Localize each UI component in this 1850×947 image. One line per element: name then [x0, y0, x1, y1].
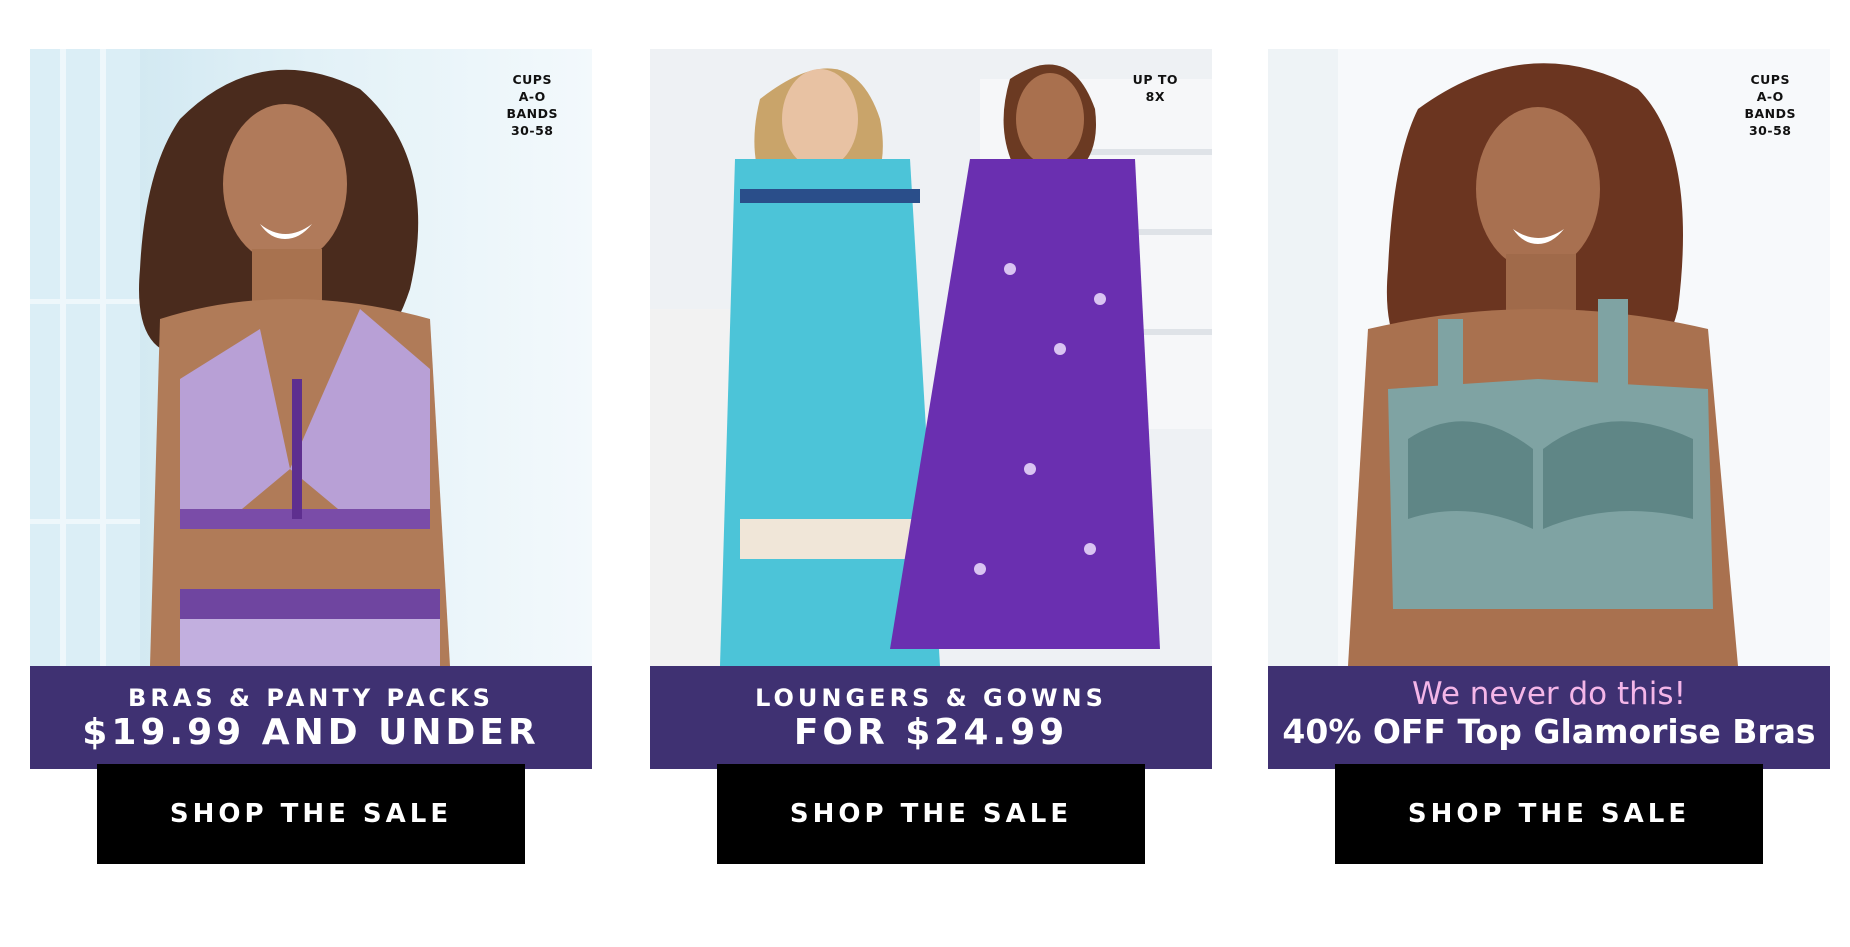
- promo-banner[interactable]: BRAS & PANTY PACKS $19.99 AND UNDER: [30, 666, 592, 769]
- badge-line: CUPS: [1750, 72, 1790, 87]
- product-photo-bras-panty[interactable]: CUPS A-O BANDS 30-58: [30, 49, 592, 666]
- badge-line: 30-58: [1748, 123, 1792, 138]
- size-badge: UP TO 8X: [1133, 71, 1178, 105]
- shop-the-sale-button-loungers[interactable]: SHOP THE SALE: [717, 764, 1145, 864]
- banner-price: FOR $24.99: [793, 712, 1069, 753]
- shop-the-sale-button-glamorise[interactable]: SHOP THE SALE: [1335, 764, 1763, 864]
- badge-line: A-O: [518, 89, 546, 104]
- badge-line: UP TO: [1132, 72, 1178, 87]
- size-badge: CUPS A-O BANDS 30-58: [506, 71, 558, 139]
- banner-headline: LOUNGERS & GOWNS: [755, 684, 1107, 712]
- product-photo-loungers[interactable]: UP TO 8X: [650, 49, 1212, 666]
- promo-card-bras-panty-packs: CUPS A-O BANDS 30-58 BRAS & PANTY PACKS …: [30, 49, 592, 769]
- promo-banner[interactable]: LOUNGERS & GOWNS FOR $24.99: [650, 666, 1212, 769]
- banner-offer: 40% OFF Top Glamorise Bras: [1282, 712, 1816, 751]
- photo-illustration: [650, 49, 1212, 666]
- badge-line: CUPS: [512, 72, 552, 87]
- banner-headline: BRAS & PANTY PACKS: [128, 684, 494, 712]
- photo-illustration: [1268, 49, 1830, 666]
- banner-tagline: We never do this!: [1412, 676, 1686, 712]
- size-badge: CUPS A-O BANDS 30-58: [1744, 71, 1796, 139]
- product-photo-glamorise-bra[interactable]: CUPS A-O BANDS 30-58: [1268, 49, 1830, 666]
- promo-banner[interactable]: We never do this! 40% OFF Top Glamorise …: [1268, 666, 1830, 769]
- badge-line: 30-58: [510, 123, 554, 138]
- badge-line: BANDS: [506, 106, 558, 121]
- badge-line: BANDS: [1744, 106, 1796, 121]
- promo-card-loungers-gowns: UP TO 8X LOUNGERS & GOWNS FOR $24.99: [650, 49, 1212, 769]
- promo-card-glamorise-bras: CUPS A-O BANDS 30-58 We never do this! 4…: [1268, 49, 1830, 769]
- photo-illustration: [30, 49, 592, 666]
- badge-line: 8X: [1145, 89, 1165, 104]
- shop-the-sale-button-bras[interactable]: SHOP THE SALE: [97, 764, 525, 864]
- badge-line: A-O: [1756, 89, 1784, 104]
- banner-price: $19.99 AND UNDER: [82, 712, 540, 753]
- promo-grid: CUPS A-O BANDS 30-58 BRAS & PANTY PACKS …: [0, 0, 1850, 947]
